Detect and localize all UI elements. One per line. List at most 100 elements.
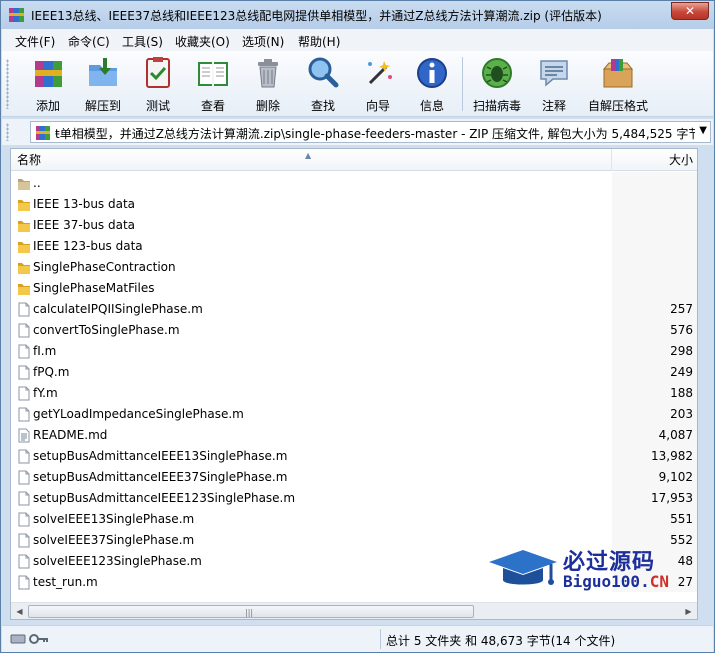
extract-to-label: 解压到: [84, 99, 121, 113]
address-grip[interactable]: [6, 123, 9, 141]
list-item-name: SinglePhaseContraction: [33, 260, 176, 274]
delete-button[interactable]: 删除: [238, 55, 298, 113]
column-header-size-label: 大小: [668, 153, 693, 167]
sort-ascending-icon: ▲: [305, 151, 312, 160]
list-item-name: IEEE 37-bus data: [33, 218, 136, 232]
list-item[interactable]: IEEE 37-bus data: [11, 215, 697, 236]
list-item-size: 13,982: [651, 449, 693, 463]
list-item[interactable]: fY.m 188: [11, 383, 697, 404]
archive-icon: [36, 126, 50, 140]
column-header-name[interactable]: 名称 ▲: [11, 149, 612, 171]
file-icon: [18, 449, 30, 464]
list-item-name: fPQ.m: [33, 365, 70, 379]
menu-command[interactable]: 命令(C): [68, 33, 110, 50]
find-button[interactable]: 查找: [293, 55, 353, 113]
file-icon: [18, 323, 30, 338]
list-item-size: 188: [670, 386, 693, 400]
list-item-name: setupBusAdmittanceIEEE13SinglePhase.m: [33, 449, 288, 463]
list-item-size: 576: [670, 323, 693, 337]
list-item[interactable]: setupBusAdmittanceIEEE37SinglePhase.m 9,1…: [11, 467, 697, 488]
delete-trash-icon: [258, 59, 278, 88]
scrollbar-thumb[interactable]: |||: [28, 605, 474, 618]
list-item[interactable]: fI.m 298: [11, 341, 697, 362]
toolbar-grip[interactable]: [6, 59, 9, 109]
column-header-name-label: 名称: [17, 153, 42, 167]
list-item[interactable]: getYLoadImpedanceSinglePhase.m 203: [11, 404, 697, 425]
menu-file[interactable]: 文件(F): [15, 33, 55, 50]
file-icon: [18, 302, 30, 317]
list-item-name: README.md: [33, 428, 108, 442]
list-item-size: 4,087: [658, 428, 693, 442]
list-item-name: convertToSinglePhase.m: [33, 323, 180, 337]
document-icon: [18, 428, 30, 443]
menu-bar: 文件(F) 命令(C) 工具(S) 收藏夹(O) 选项(N) 帮助(H): [2, 29, 713, 51]
info-button[interactable]: 信息: [402, 55, 462, 113]
file-icon: [18, 407, 30, 422]
file-icon: [18, 470, 30, 485]
test-label: 测试: [145, 99, 170, 113]
status-summary: 总计 5 文件夹 和 48,673 字节(14 个文件): [386, 634, 616, 648]
parent-folder-icon: [18, 179, 30, 190]
add-button[interactable]: 添加: [18, 55, 78, 113]
virus-scan-icon: [482, 58, 512, 88]
comment-button[interactable]: 注释: [524, 55, 584, 113]
file-icon: [18, 386, 30, 401]
list-item[interactable]: fPQ.m 249: [11, 362, 697, 383]
scroll-left-icon[interactable]: ◀: [11, 603, 28, 620]
list-item[interactable]: setupBusAdmittanceIEEE123SinglePhase.m 17…: [11, 488, 697, 509]
file-icon: [18, 365, 30, 380]
sfx-button[interactable]: 自解压格式: [586, 55, 650, 113]
list-item-size: 257: [670, 302, 693, 316]
drive-key-icon[interactable]: [10, 632, 50, 646]
sfx-box-icon: [602, 59, 634, 88]
scroll-right-icon[interactable]: ▶: [680, 603, 697, 620]
menu-options[interactable]: 选项(N): [242, 33, 284, 50]
info-label: 信息: [419, 99, 444, 113]
list-item[interactable]: calculateIPQIISinglePhase.m 257: [11, 299, 697, 320]
comment-label: 注释: [541, 99, 566, 113]
toolbar: 添加 解压到 测试 查看 删除 查找 向导 信息 扫描病毒 注释 自解压格式: [2, 51, 713, 117]
list-item[interactable]: ..: [11, 173, 697, 194]
horizontal-scrollbar[interactable]: ◀ ||| ▶: [11, 602, 697, 619]
list-item[interactable]: setupBusAdmittanceIEEE13SinglePhase.m 13,…: [11, 446, 697, 467]
menu-tools[interactable]: 工具(S): [122, 33, 163, 50]
info-icon: [417, 58, 447, 88]
address-bar: ŧ单相模型，并通过Z总线方法计算潮流.zip\single-phase-feed…: [2, 119, 713, 145]
list-item[interactable]: IEEE 13-bus data: [11, 194, 697, 215]
address-field[interactable]: ŧ单相模型，并通过Z总线方法计算潮流.zip\single-phase-feed…: [30, 121, 711, 143]
extract-to-button[interactable]: 解压到: [73, 55, 133, 113]
folder-icon: [18, 284, 30, 295]
window-title: IEEE13总线、IEEE37总线和IEEE123总线配电网提供单相模型，并通过…: [31, 9, 602, 23]
list-item[interactable]: SinglePhaseContraction: [11, 257, 697, 278]
list-item[interactable]: README.md 4,087: [11, 425, 697, 446]
file-icon: [18, 533, 30, 548]
test-button[interactable]: 测试: [128, 55, 188, 113]
list-item[interactable]: solveIEEE13SinglePhase.m 551: [11, 509, 697, 530]
close-button[interactable]: ✕: [671, 2, 709, 20]
list-item-name: IEEE 123-bus data: [33, 239, 143, 253]
file-icon: [18, 512, 30, 527]
list-item[interactable]: convertToSinglePhase.m 576: [11, 320, 697, 341]
list-item[interactable]: SinglePhaseMatFiles: [11, 278, 697, 299]
list-header: 名称 ▲ 大小: [11, 149, 697, 171]
menu-help[interactable]: 帮助(H): [298, 33, 340, 50]
view-button[interactable]: 查看: [183, 55, 243, 113]
menu-favorites[interactable]: 收藏夹(O): [175, 33, 230, 50]
scrollbar-grip-icon: |||: [245, 608, 254, 617]
list-item-name: fY.m: [33, 386, 58, 400]
virus-scan-button[interactable]: 扫描病毒: [467, 55, 527, 113]
list-item-name: SinglePhaseMatFiles: [33, 281, 155, 295]
wizard-wand-icon: [368, 61, 392, 85]
wizard-button[interactable]: 向导: [348, 55, 408, 113]
list-item-name: IEEE 13-bus data: [33, 197, 136, 211]
file-icon: [18, 344, 30, 359]
list-item[interactable]: IEEE 123-bus data: [11, 236, 697, 257]
test-icon: [146, 57, 170, 88]
find-label: 查找: [310, 99, 335, 113]
folder-icon: [18, 221, 30, 232]
list-item-size: 203: [670, 407, 693, 421]
column-header-size[interactable]: 大小: [612, 149, 697, 171]
address-path: ŧ单相模型，并通过Z总线方法计算潮流.zip\single-phase-feed…: [55, 127, 695, 141]
chevron-down-icon[interactable]: ▼: [699, 125, 707, 136]
watermark-logo: 必过源码 Biguo100.CN: [487, 542, 697, 602]
